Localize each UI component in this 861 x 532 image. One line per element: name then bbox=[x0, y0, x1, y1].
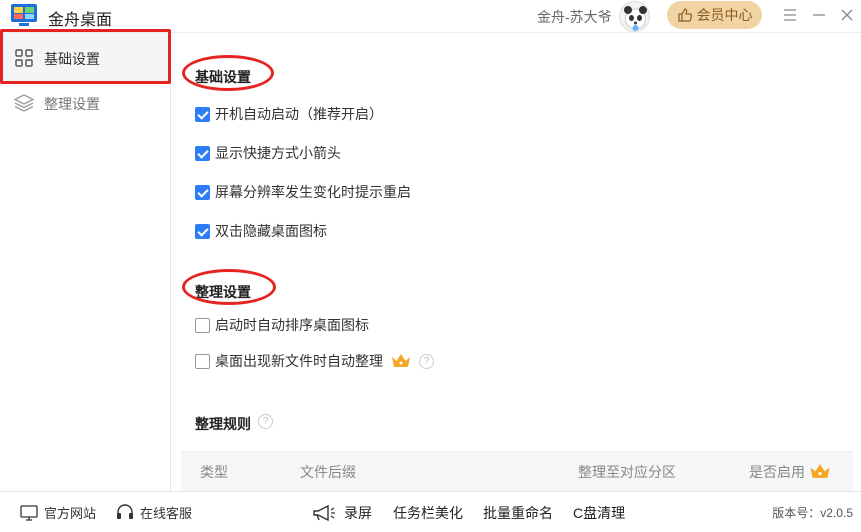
highlight-circle bbox=[182, 55, 274, 91]
user-name[interactable]: 金舟-苏大爷 bbox=[537, 7, 612, 27]
official-website-link[interactable]: 官方网站 bbox=[20, 503, 96, 522]
minimize-icon bbox=[813, 14, 825, 16]
option-shortcut-arrow[interactable]: 显示快捷方式小箭头 bbox=[195, 143, 341, 163]
thumbs-up-icon bbox=[677, 8, 692, 22]
option-resolution-restart[interactable]: 屏幕分辨率发生变化时提示重启 bbox=[195, 182, 411, 202]
rules-table-header: 类型 文件后缀 整理至对应分区 是否启用 bbox=[181, 451, 853, 491]
rules-title: 整理规则 bbox=[195, 416, 251, 432]
settings-panel: 基础设置 开机自动启动（推荐开启） 显示快捷方式小箭头 屏幕分辨率发生变化时提示… bbox=[172, 33, 861, 491]
checkbox-checked[interactable] bbox=[195, 145, 210, 161]
batch-rename-tool[interactable]: 批量重命名 bbox=[483, 503, 553, 523]
sidebar: 基础设置 整理设置 bbox=[0, 29, 171, 491]
option-autostart[interactable]: 开机自动启动（推荐开启） bbox=[195, 104, 383, 124]
c-drive-clean-tool[interactable]: C盘清理 bbox=[573, 503, 625, 523]
option-double-click-hide[interactable]: 双击隐藏桌面图标 bbox=[195, 221, 327, 241]
column-enabled: 是否启用 bbox=[749, 464, 805, 480]
help-icon[interactable]: ? bbox=[419, 353, 434, 369]
vip-center-label: 会员中心 bbox=[696, 7, 753, 23]
online-support-link[interactable]: 在线客服 bbox=[116, 503, 192, 522]
menu-button[interactable] bbox=[779, 4, 801, 26]
sidebar-item-label: 整理设置 bbox=[44, 96, 100, 112]
column-target-zone: 整理至对应分区 bbox=[578, 464, 676, 480]
close-icon bbox=[841, 9, 853, 21]
sidebar-item-sort-settings[interactable]: 整理设置 bbox=[0, 78, 171, 128]
screen-record-tool[interactable]: 录屏 bbox=[312, 503, 372, 523]
footer-bar: 官方网站 在线客服 录屏 任务栏美化 批量重命名 C盘清理 版本号：v2.0.5 bbox=[0, 491, 861, 532]
option-auto-sort-on-start[interactable]: 启动时自动排序桌面图标 bbox=[195, 315, 369, 335]
vip-crown-icon bbox=[392, 354, 410, 367]
help-icon[interactable]: ? bbox=[258, 414, 273, 429]
highlight-circle bbox=[182, 269, 276, 305]
column-extension: 文件后缀 bbox=[300, 464, 356, 480]
hamburger-icon bbox=[784, 9, 796, 21]
minimize-button[interactable] bbox=[808, 4, 830, 26]
monitor-icon bbox=[20, 504, 38, 521]
sidebar-item-basic-settings[interactable]: 基础设置 bbox=[0, 29, 171, 84]
megaphone-icon bbox=[313, 504, 335, 522]
checkbox-checked[interactable] bbox=[195, 106, 210, 122]
close-button[interactable] bbox=[836, 4, 858, 26]
taskbar-beautify-tool[interactable]: 任务栏美化 bbox=[393, 503, 463, 523]
checkbox-unchecked[interactable] bbox=[195, 353, 210, 369]
checkbox-unchecked[interactable] bbox=[195, 317, 210, 333]
app-logo-icon bbox=[11, 4, 37, 26]
panda-avatar-icon bbox=[624, 6, 647, 31]
avatar[interactable] bbox=[619, 1, 650, 32]
column-type: 类型 bbox=[200, 464, 228, 480]
highlight-box bbox=[0, 29, 171, 84]
version-label: 版本号：v2.0.5 bbox=[772, 506, 853, 520]
vip-crown-icon bbox=[810, 464, 830, 478]
layers-icon bbox=[14, 94, 34, 112]
vip-center-button[interactable]: 会员中心 bbox=[667, 1, 762, 29]
headset-icon bbox=[117, 504, 133, 519]
option-auto-organize-new-files[interactable]: 桌面出现新文件时自动整理 ? bbox=[195, 351, 434, 371]
checkbox-checked[interactable] bbox=[195, 184, 210, 200]
checkbox-checked[interactable] bbox=[195, 223, 210, 239]
app-title: 金舟桌面 bbox=[48, 12, 113, 29]
